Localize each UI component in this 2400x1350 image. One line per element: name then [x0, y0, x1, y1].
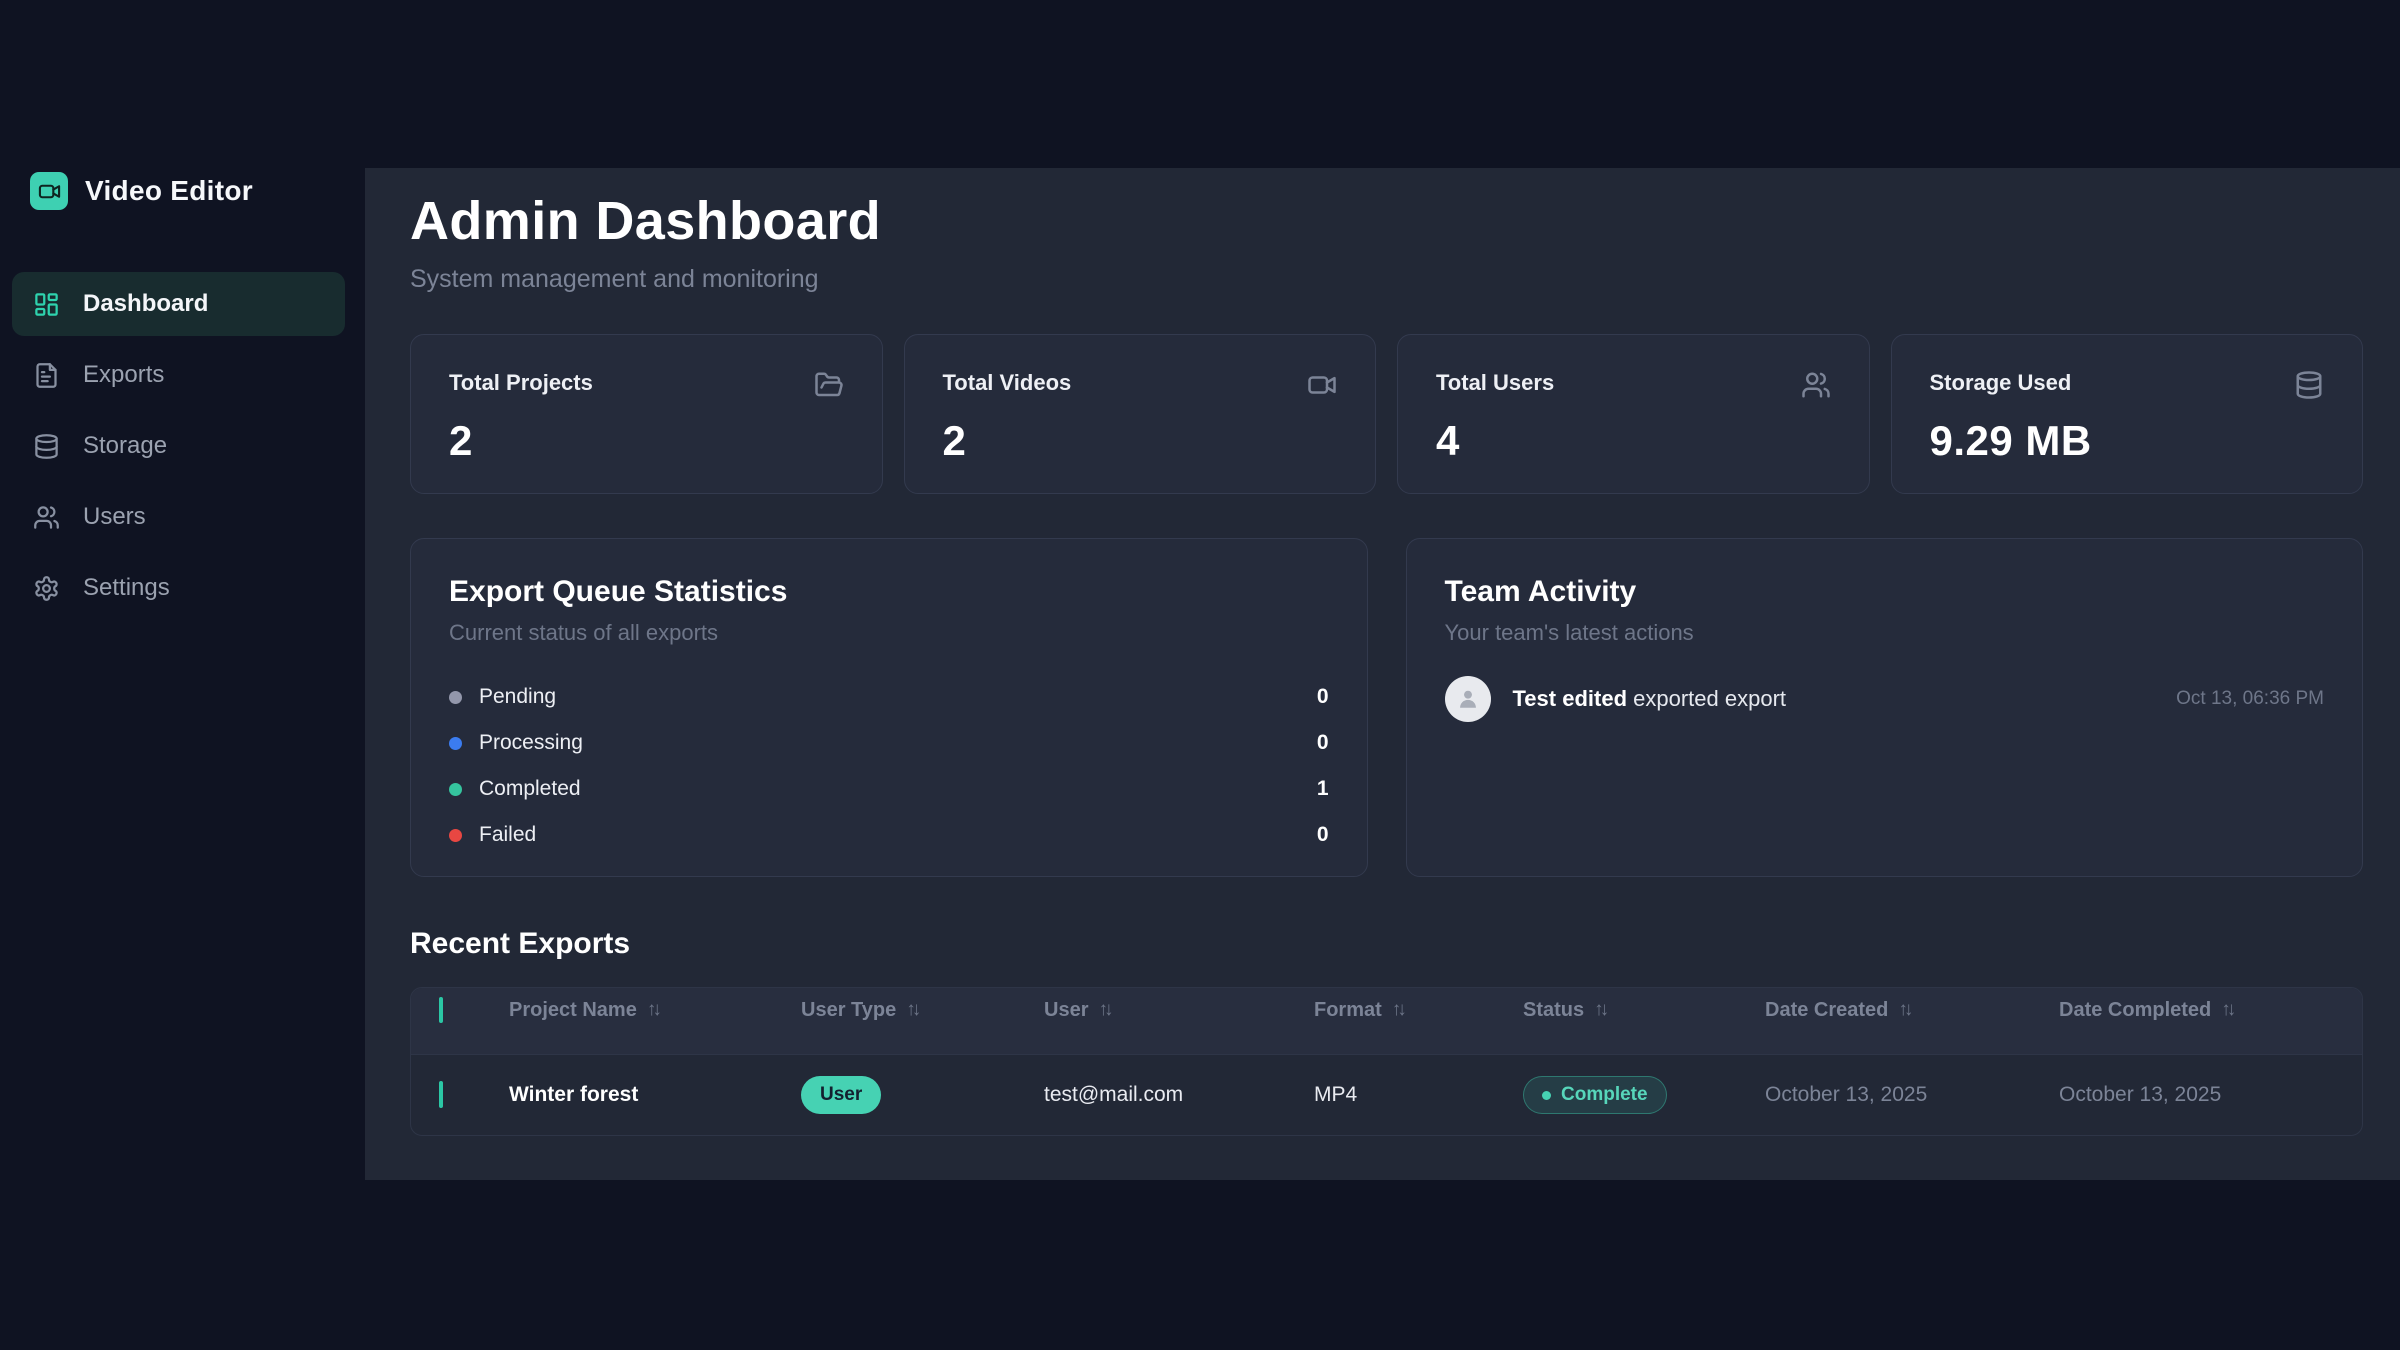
- sort-icon: ↑↓: [1898, 999, 1913, 1021]
- sort-icon: ↑↓: [906, 999, 921, 1021]
- team-activity-title: Team Activity: [1445, 575, 2325, 609]
- stat-label: Total Projects: [449, 370, 593, 396]
- stat-card-total-videos: Total Videos 2: [904, 334, 1377, 494]
- failed-status-dot: [449, 829, 462, 842]
- stat-card-storage-used: Storage Used 9.29 MB: [1891, 334, 2364, 494]
- sidebar-item-storage[interactable]: Storage: [12, 414, 345, 478]
- gear-icon: [33, 575, 60, 602]
- admin-dashboard-screen: Video Editor Dashboard Exports Storage U…: [0, 0, 2400, 1350]
- users-icon: [1801, 370, 1831, 405]
- queue-row-pending: Pending 0: [449, 674, 1329, 720]
- video-camera-icon: [1307, 370, 1337, 405]
- complete-status-dot: [1542, 1091, 1551, 1100]
- queue-row-processing: Processing 0: [449, 720, 1329, 766]
- stat-value: 2: [943, 417, 1338, 465]
- page-subtitle: System management and monitoring: [410, 265, 2363, 294]
- stat-card-total-users: Total Users 4: [1397, 334, 1870, 494]
- processing-status-dot: [449, 737, 462, 750]
- cell-date-completed: October 13, 2025: [2059, 1083, 2362, 1107]
- sort-icon: ↑↓: [647, 999, 662, 1021]
- sidebar-item-label: Dashboard: [83, 290, 208, 318]
- sort-icon: ↑↓: [1098, 999, 1113, 1021]
- cell-date-created: October 13, 2025: [1765, 1083, 2059, 1107]
- column-header-date-completed[interactable]: Date Completed↑↓: [2059, 999, 2362, 1022]
- export-queue-list: Pending 0 Processing 0 Completed 1: [449, 674, 1329, 858]
- cell-format: MP4: [1314, 1083, 1523, 1107]
- row-checkbox[interactable]: [439, 1081, 443, 1108]
- column-header-user[interactable]: User↑↓: [1044, 999, 1314, 1022]
- sidebar-item-label: Exports: [83, 361, 164, 389]
- sidebar-item-label: Users: [83, 503, 146, 531]
- team-activity-card: Team Activity Your team's latest actions…: [1406, 538, 2364, 877]
- sidebar-item-label: Settings: [83, 574, 170, 602]
- user-type-badge: User: [801, 1076, 881, 1114]
- sidebar-item-settings[interactable]: Settings: [12, 556, 345, 620]
- cell-user-email: test@mail.com: [1044, 1083, 1314, 1107]
- middle-row: Export Queue Statistics Current status o…: [410, 538, 2363, 877]
- stat-card-total-projects: Total Projects 2: [410, 334, 883, 494]
- app-title: Video Editor: [85, 175, 253, 207]
- sort-icon: ↑↓: [1392, 999, 1407, 1021]
- file-icon: [33, 362, 60, 389]
- stat-value: 9.29 MB: [1930, 417, 2325, 465]
- stat-value: 4: [1436, 417, 1831, 465]
- status-badge: Complete: [1523, 1076, 1667, 1114]
- export-queue-card: Export Queue Statistics Current status o…: [410, 538, 1368, 877]
- pending-status-dot: [449, 691, 462, 704]
- sort-icon: ↑↓: [2221, 999, 2236, 1021]
- queue-row-failed: Failed 0: [449, 812, 1329, 858]
- activity-item: Test edited exported export Oct 13, 06:3…: [1445, 676, 2325, 722]
- select-all-checkbox[interactable]: [439, 997, 443, 1023]
- table-row[interactable]: Winter forest User test@mail.com MP4 Com…: [411, 1055, 2362, 1135]
- main-content: Admin Dashboard System management and mo…: [365, 168, 2400, 1180]
- sidebar-nav: Dashboard Exports Storage Users Settings: [12, 272, 345, 620]
- database-icon: [2294, 370, 2324, 405]
- sort-icon: ↑↓: [1594, 999, 1609, 1021]
- column-header-project-name[interactable]: Project Name↑↓: [509, 999, 801, 1022]
- folder-open-icon: [814, 370, 844, 405]
- sidebar-item-exports[interactable]: Exports: [12, 343, 345, 407]
- stats-row: Total Projects 2 Total Videos 2: [410, 334, 2363, 494]
- sidebar-item-label: Storage: [83, 432, 167, 460]
- app-logo: Video Editor: [30, 172, 253, 210]
- video-camera-icon: [30, 172, 68, 210]
- recent-exports-table: Project Name↑↓ User Type↑↓ User↑↓ Format…: [410, 987, 2363, 1136]
- dashboard-grid-icon: [33, 291, 60, 318]
- sidebar-item-users[interactable]: Users: [12, 485, 345, 549]
- queue-row-completed: Completed 1: [449, 766, 1329, 812]
- column-header-date-created[interactable]: Date Created↑↓: [1765, 999, 2059, 1022]
- activity-text: Test edited exported export: [1513, 686, 1787, 712]
- table-header-row: Project Name↑↓ User Type↑↓ User↑↓ Format…: [411, 988, 2362, 1055]
- recent-exports-title: Recent Exports: [410, 927, 2363, 961]
- export-queue-title: Export Queue Statistics: [449, 575, 1329, 609]
- person-icon: [1454, 685, 1482, 713]
- database-icon: [33, 433, 60, 460]
- column-header-status[interactable]: Status↑↓: [1523, 999, 1765, 1022]
- stat-label: Total Videos: [943, 370, 1072, 396]
- sidebar-item-dashboard[interactable]: Dashboard: [12, 272, 345, 336]
- column-header-user-type[interactable]: User Type↑↓: [801, 999, 1044, 1022]
- avatar: [1445, 676, 1491, 722]
- column-header-format[interactable]: Format↑↓: [1314, 999, 1523, 1022]
- stat-label: Total Users: [1436, 370, 1554, 396]
- export-queue-subtitle: Current status of all exports: [449, 620, 1329, 646]
- stat-label: Storage Used: [1930, 370, 2072, 396]
- users-icon: [33, 504, 60, 531]
- sidebar: Video Editor Dashboard Exports Storage U…: [0, 0, 365, 1350]
- page-title: Admin Dashboard: [410, 190, 2363, 252]
- cell-project-name: Winter forest: [509, 1083, 801, 1107]
- team-activity-subtitle: Your team's latest actions: [1445, 620, 2325, 646]
- completed-status-dot: [449, 783, 462, 796]
- activity-timestamp: Oct 13, 06:36 PM: [2176, 688, 2324, 710]
- stat-value: 2: [449, 417, 844, 465]
